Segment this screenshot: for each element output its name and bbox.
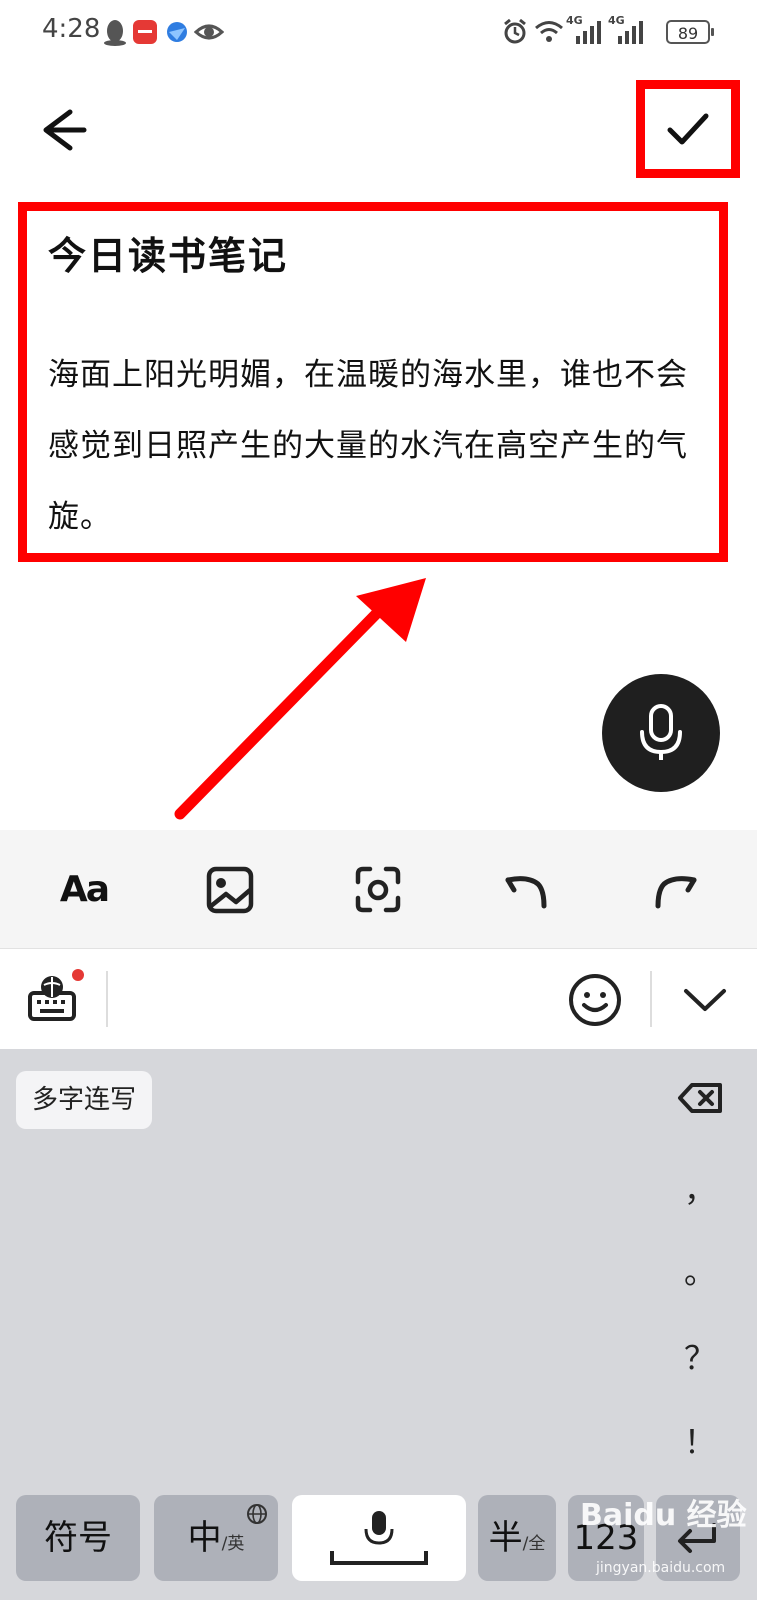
keyboard-settings-button[interactable] xyxy=(24,967,88,1031)
punct-comma-key[interactable]: ， xyxy=(680,1165,720,1211)
half-full-width-key[interactable]: 半/全 xyxy=(478,1495,556,1581)
image-icon xyxy=(206,866,254,914)
confirm-button[interactable] xyxy=(636,80,740,178)
collapse-keyboard-button[interactable] xyxy=(682,977,728,1023)
insert-image-button[interactable] xyxy=(190,850,270,930)
space-microphone-icon xyxy=(330,1511,428,1565)
emoji-icon xyxy=(569,974,621,1026)
browser-icon xyxy=(167,22,187,42)
microphone-icon xyxy=(640,704,682,760)
emoji-button[interactable] xyxy=(566,971,624,1029)
arrow-left-icon xyxy=(43,109,87,151)
redo-icon xyxy=(655,876,697,909)
voice-input-button[interactable] xyxy=(602,674,720,792)
signal-icon xyxy=(618,21,643,44)
checkmark-icon xyxy=(667,113,709,145)
annotation-arrow xyxy=(174,578,426,820)
notification-dot xyxy=(72,969,84,981)
keyboard-toolbar xyxy=(0,949,757,1049)
divider xyxy=(106,971,108,1027)
symbols-key[interactable]: 符号 xyxy=(16,1495,140,1581)
key-sub-label: /全 xyxy=(522,1534,546,1554)
baidu-watermark: Baidu 经验 xyxy=(580,1498,747,1533)
key-main-label: 中 xyxy=(187,1518,222,1558)
baidu-watermark-url: jingyan.baidu.com xyxy=(596,1560,726,1576)
eye-icon xyxy=(194,24,224,40)
undo-icon xyxy=(505,876,547,909)
undo-button[interactable] xyxy=(488,850,568,930)
battery-indicator: 89 xyxy=(666,20,714,44)
scan-button[interactable] xyxy=(338,850,418,930)
redo-button[interactable] xyxy=(634,850,714,930)
text-style-button[interactable]: Aa xyxy=(44,850,124,930)
delete-key[interactable] xyxy=(676,1073,726,1123)
status-bar: 4:28 4G 4G 89 xyxy=(0,0,757,66)
punct-question-key[interactable]: ？ xyxy=(680,1333,720,1379)
note-body[interactable]: 海面上阳光明媚，在温暖的海水里，谁也不会感觉到日照产生的大量的水汽在高空产生的气… xyxy=(48,340,698,553)
key-main-label: 半 xyxy=(488,1518,523,1558)
divider xyxy=(650,971,652,1027)
scan-icon xyxy=(355,866,401,913)
space-voice-key[interactable] xyxy=(292,1495,466,1581)
status-time: 4:28 xyxy=(42,14,101,44)
chevron-down-icon xyxy=(684,989,726,1011)
chinese-english-toggle-key[interactable]: 中/英 xyxy=(154,1495,278,1581)
globe-icon xyxy=(247,1504,267,1524)
back-button[interactable] xyxy=(36,100,96,160)
multi-char-mode-chip[interactable]: 多字连写 xyxy=(16,1071,153,1129)
qq-icon xyxy=(104,20,126,46)
punct-exclaim-key[interactable]: ！ xyxy=(680,1417,720,1463)
alarm-icon xyxy=(504,18,526,44)
format-toolbar: Aa xyxy=(0,830,757,949)
punct-period-key[interactable]: 。 xyxy=(680,1247,720,1293)
wifi-icon xyxy=(535,21,563,42)
note-title[interactable]: 今日读书笔记 xyxy=(48,225,288,280)
keyboard-globe-icon xyxy=(28,969,84,1021)
backspace-icon xyxy=(678,1083,722,1113)
signal-icon xyxy=(576,21,601,44)
text-style-icon: Aa xyxy=(59,869,110,910)
huawei-store-icon xyxy=(133,20,157,44)
key-sub-label: /英 xyxy=(221,1534,245,1554)
